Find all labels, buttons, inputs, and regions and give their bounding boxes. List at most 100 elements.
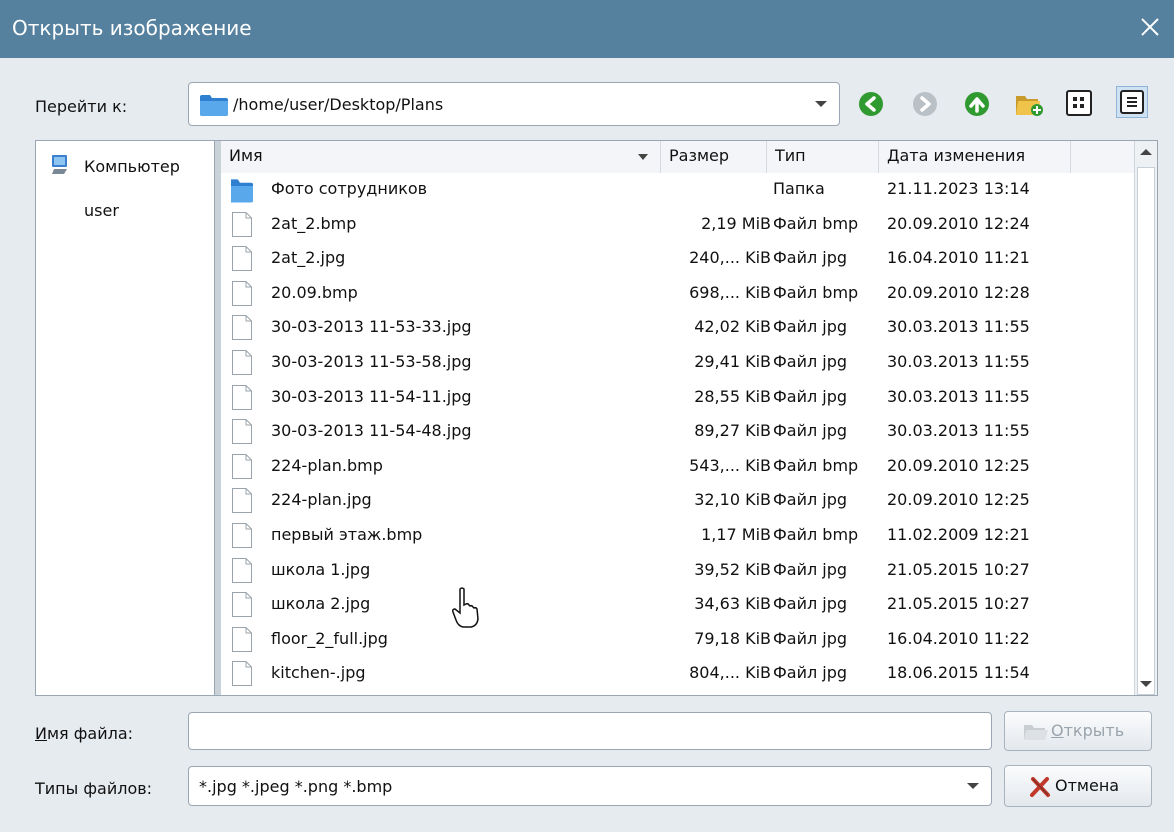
path-combobox[interactable]: /home/user/Desktop/Plans [188,82,840,126]
table-row[interactable]: 2at_2.jpg 240,... KiB Файл jpg 16.04.2010 1… [221,242,1135,276]
file-name: Фото сотрудников [271,179,428,198]
file-date: 30.03.2013 11:55 [887,386,1030,406]
file-size: 34,63 KiB [694,594,771,614]
open-button[interactable]: Открыть [1004,711,1152,751]
file-icon [232,523,252,548]
column-header-size[interactable]: Размер [661,141,767,173]
close-icon[interactable] [1136,12,1164,42]
scroll-thumb[interactable] [1137,167,1155,695]
scroll-up-icon[interactable] [1140,149,1152,155]
file-type: Файл jpg [773,386,848,406]
sort-arrow-icon [638,154,648,160]
folder-open-icon [1024,725,1048,740]
file-date: 30.03.2013 11:55 [887,421,1030,441]
column-header-type[interactable]: Тип [767,141,879,173]
file-name: 30-03-2013 11-54-48.jpg [271,421,472,441]
file-icon [232,211,252,237]
table-row[interactable]: 224-plan.jpg 32,10 KiB Файл jpg 20.09.2010 … [221,484,1135,518]
file-icon [232,557,252,583]
file-name: kitchen-.jpg [271,663,366,683]
file-size: 39,52 KiB [694,559,771,579]
icon-view-button[interactable] [1066,90,1092,116]
file-type: Файл jpg [773,421,848,441]
places-item-user[interactable]: user [36,195,214,225]
file-size: 29,41 KiB [694,352,771,371]
file-type: Файл bmp [773,525,859,544]
table-row[interactable]: первый этаж.bmp 1,17 MiB Файл bmp 11.02.200… [221,519,1135,553]
file-name: 2at_2.bmp [271,213,357,233]
file-icon [232,280,252,306]
up-icon[interactable] [964,91,990,117]
file-size: 698,... KiB [689,282,771,302]
file-date: 20.09.2010 12:25 [887,490,1030,510]
table-row[interactable]: 30-03-2013 11-54-48.jpg 89,27 KiB Файл jpg… [221,415,1135,449]
file-date: 16.04.2010 11:21 [887,248,1030,268]
file-date: 30.03.2013 11:55 [887,317,1030,337]
table-row[interactable]: floor_2_full.jpg 79,18 KiB Файл jpg 16.04.2… [221,623,1135,657]
table-row[interactable]: 30-03-2013 11-53-58.jpg 29,41 KiB Файл jpg… [221,346,1135,380]
table-row[interactable]: школа 1.jpg 39,52 KiB Файл jpg 21.05.2015 1… [221,554,1135,588]
file-date: 20.09.2010 12:25 [887,455,1030,475]
table-row[interactable]: школа 2.jpg 34,63 KiB Файл jpg 21.05.2015 1… [221,588,1135,622]
file-date: 30.03.2013 11:55 [887,352,1030,371]
table-row[interactable]: 224-plan.bmp 543,... KiB Файл bmp 20.09.201… [221,450,1135,484]
grid-icon [1073,97,1084,108]
file-size: 2,19 MiB [701,213,771,233]
places-item-label: user [84,201,119,220]
file-icon [232,246,252,272]
file-type: Файл bmp [773,455,859,475]
file-icon [232,419,252,445]
file-type: Файл bmp [773,213,859,233]
list-icon [1127,97,1137,107]
vertical-scrollbar[interactable] [1134,141,1157,695]
column-header-name[interactable]: Имя [221,141,661,173]
places-item-computer[interactable]: Компьютер [36,151,214,181]
forward-icon[interactable] [912,91,938,117]
file-date: 21.05.2015 10:27 [887,594,1030,614]
chevron-down-icon [815,101,827,107]
file-rows: Фото сотрудников Папка 21.11.2023 13:14 2at… [221,173,1135,695]
table-row[interactable]: 20.09.bmp 698,... KiB Файл bmp 20.09.2010 1… [221,277,1135,311]
filetypes-combobox[interactable]: *.jpg *.jpeg *.png *.bmp [188,766,992,806]
file-date: 16.04.2010 11:22 [887,628,1030,648]
file-name: floor_2_full.jpg [271,628,388,648]
table-row[interactable]: Фото сотрудников Папка 21.11.2023 13:14 [221,173,1135,207]
title-bar: Открыть изображение [0,0,1174,58]
file-date: 20.09.2010 12:24 [887,213,1030,233]
file-icon [232,661,252,687]
file-type: Файл jpg [773,663,848,683]
column-header-filler [1071,141,1135,173]
back-icon[interactable] [858,91,884,117]
table-row[interactable]: Traditionplan.bmp3,51 MiBФайл bmp20.09.2… [221,692,1135,695]
table-row[interactable]: kitchen-.jpg 804,... KiB Файл jpg 18.06.201… [221,657,1135,691]
file-icon [232,350,252,375]
file-name: 20.09.bmp [271,282,358,302]
chevron-down-icon [967,783,979,789]
filetypes-label: Типы файлов: [35,779,153,798]
folder-icon [200,95,228,116]
file-name: 30-03-2013 11-53-33.jpg [271,317,472,337]
cancel-button[interactable]: Отмена [1004,765,1152,807]
file-name: школа 1.jpg [271,559,371,579]
file-date: 11.02.2009 12:21 [887,525,1030,544]
file-type: Папка [773,179,825,198]
filename-input[interactable] [188,712,992,750]
new-folder-icon[interactable] [1014,88,1044,118]
hand-cursor-icon [452,587,479,628]
file-list: Имя Размер Тип Дата изменения Фото сотру… [214,140,1158,696]
file-icon [232,315,252,341]
file-size: 804,... KiB [689,663,771,683]
detail-view-button[interactable] [1116,86,1148,118]
file-icon [232,384,252,410]
column-header-date[interactable]: Дата изменения [879,141,1071,173]
table-row[interactable]: 30-03-2013 11-53-33.jpg 42,02 KiB Файл jpg… [221,311,1135,345]
scroll-down-icon[interactable] [1140,681,1152,687]
file-type: Файл jpg [773,594,848,614]
table-row[interactable]: 30-03-2013 11-54-11.jpg 28,55 KiB Файл jpg… [221,381,1135,415]
file-name: 2at_2.jpg [271,248,346,268]
file-icon [232,488,252,514]
file-size: 240,... KiB [689,248,771,268]
filename-label: Имя файла: [35,724,134,743]
table-row[interactable]: 2at_2.bmp 2,19 MiB Файл bmp 20.09.2010 12:2… [221,208,1135,242]
file-type: Файл jpg [773,490,848,510]
